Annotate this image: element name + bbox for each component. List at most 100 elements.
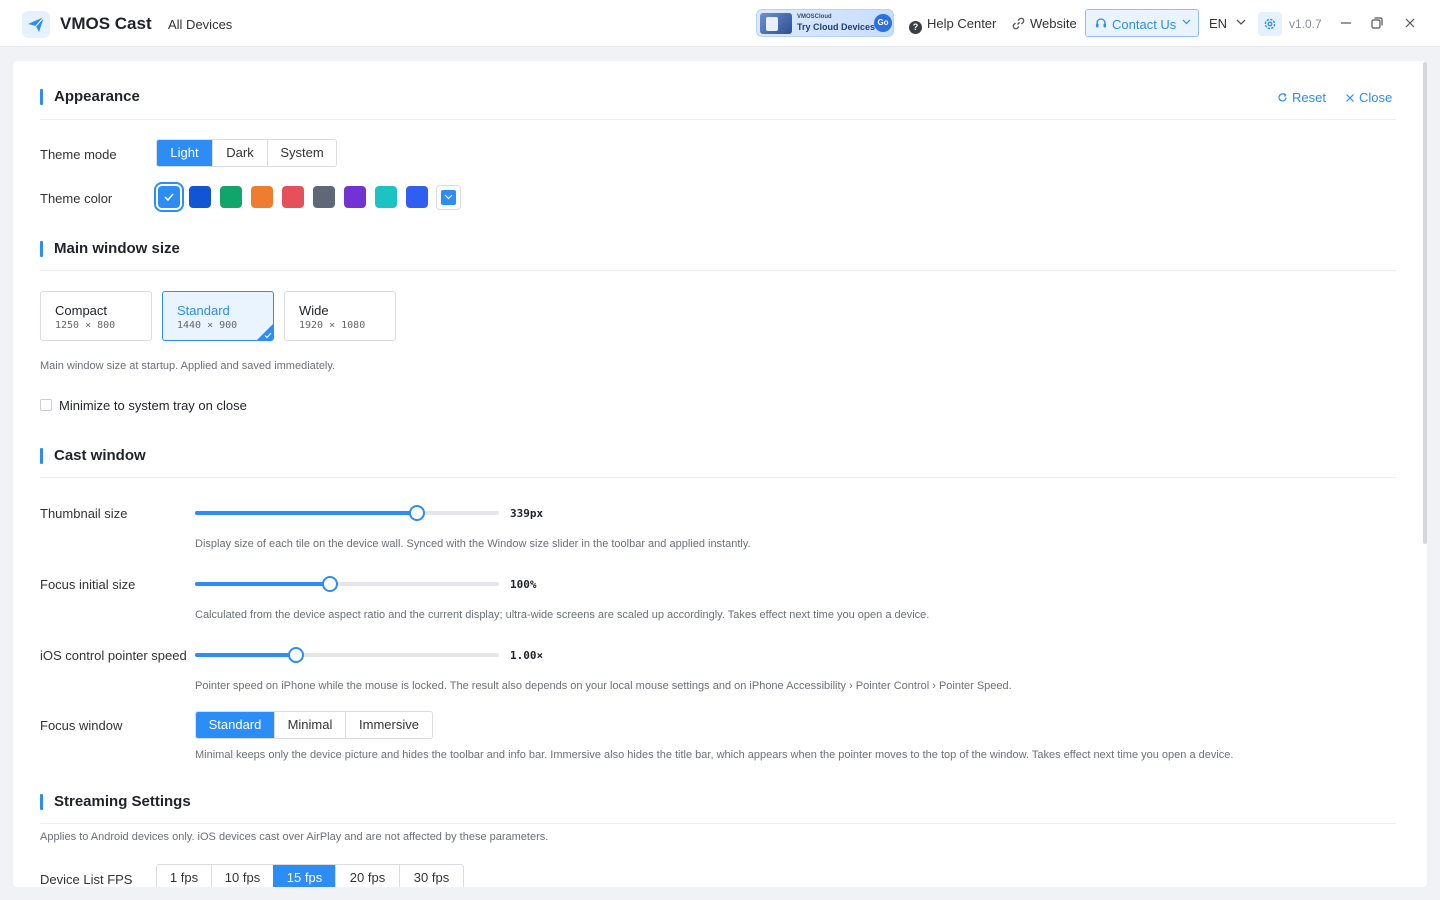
restore-icon[interactable] <box>1370 16 1384 30</box>
theme-color-swatch[interactable] <box>344 186 366 208</box>
focus-initial-size-slider[interactable] <box>195 574 499 594</box>
theme-mode-light[interactable]: Light <box>157 140 212 166</box>
ios-pointer-speed-value: 1.00× <box>510 649 544 662</box>
theme-color-swatch[interactable] <box>375 186 397 208</box>
theme-mode-dark[interactable]: Dark <box>212 140 267 166</box>
size-card-compact[interactable]: Compact 1250 × 800 <box>40 291 152 341</box>
promo-go-button[interactable]: Go <box>874 14 892 32</box>
size-name: Wide <box>299 303 329 318</box>
focus-window-standard[interactable]: Standard <box>196 712 274 738</box>
promo-text: Try Cloud Devices <box>797 22 876 32</box>
slider-fill <box>195 653 296 657</box>
focus-window-hint: Minimal keeps only the device picture an… <box>195 749 1234 761</box>
device-list-fps-label: Device List FPS <box>40 872 133 887</box>
size-card-wide[interactable]: Wide 1920 × 1080 <box>284 291 396 341</box>
contact-us-label: Contact Us <box>1112 17 1177 32</box>
focus-initial-size-value: 100% <box>510 578 537 591</box>
focus-window-minimal[interactable]: Minimal <box>274 712 345 738</box>
thumbnail-size-hint: Display size of each tile on the device … <box>195 538 751 550</box>
ios-pointer-speed-hint: Pointer speed on iPhone while the mouse … <box>195 680 1012 692</box>
cloud-promo-banner[interactable]: VMOSCloud Try Cloud Devices Go <box>756 9 894 37</box>
size-name: Compact <box>55 303 108 318</box>
close-window-icon[interactable] <box>1403 16 1417 30</box>
title-bar: VMOS Cast All Devices VMOSCloud Try Clou… <box>0 0 1440 47</box>
fps-option-20[interactable]: 20 fps <box>335 865 399 887</box>
focus-window-label: Focus window <box>40 718 123 733</box>
theme-color-swatch[interactable] <box>313 186 335 208</box>
focus-initial-size-label: Focus initial size <box>40 577 136 592</box>
theme-color-label: Theme color <box>40 191 113 206</box>
theme-mode-selector: Light Dark System <box>156 139 337 167</box>
help-center-label: Help Center <box>927 16 997 31</box>
reset-icon <box>1278 92 1287 102</box>
contact-us-dropdown[interactable]: Contact Us <box>1085 9 1199 37</box>
fps-option-30[interactable]: 30 fps <box>399 865 463 887</box>
link-icon <box>1012 17 1025 30</box>
streaming-hint: Applies to Android devices only. iOS dev… <box>40 831 549 843</box>
fps-option-1[interactable]: 1 fps <box>157 865 211 887</box>
size-name: Standard <box>177 303 230 318</box>
help-icon: ? <box>909 21 922 34</box>
close-settings-button[interactable]: Close <box>1345 90 1392 105</box>
focus-window-immersive[interactable]: Immersive <box>345 712 432 738</box>
app-name: VMOS Cast <box>60 14 152 33</box>
section-title-streaming: Streaming Settings <box>40 794 191 810</box>
thumbnail-size-value: 339px <box>510 507 544 520</box>
slider-fill <box>195 582 330 586</box>
theme-color-swatch[interactable] <box>220 186 242 208</box>
section-title-cast-window: Cast window <box>40 448 146 464</box>
tray-checkbox-label[interactable]: Minimize to system tray on close <box>59 398 247 413</box>
focus-initial-size-hint: Calculated from the device aspect ratio … <box>195 609 930 621</box>
nav-all-devices[interactable]: All Devices <box>168 17 232 32</box>
close-label: Close <box>1359 90 1393 105</box>
chevron-down-icon <box>441 190 456 205</box>
reset-label: Reset <box>1292 90 1326 105</box>
slider-thumb[interactable] <box>408 505 425 521</box>
close-icon <box>1346 94 1354 102</box>
scrollbar[interactable] <box>1423 62 1427 544</box>
size-card-standard[interactable]: Standard 1440 × 900 <box>162 291 274 341</box>
language-select[interactable]: EN <box>1209 16 1227 31</box>
chevron-down-icon[interactable] <box>1236 19 1246 25</box>
theme-color-swatch[interactable] <box>251 186 273 208</box>
app-logo-icon <box>22 11 50 38</box>
chevron-down-icon <box>1182 19 1191 25</box>
check-icon <box>264 332 272 339</box>
app-version: v1.0.7 <box>1289 17 1322 31</box>
settings-button[interactable] <box>1258 12 1282 36</box>
device-list-fps-selector: 1 fps 10 fps 15 fps 20 fps 30 fps <box>156 864 464 887</box>
promo-image <box>760 13 792 34</box>
fps-option-15[interactable]: 15 fps <box>273 865 335 887</box>
thumbnail-size-label: Thumbnail size <box>40 506 128 521</box>
size-dimensions: 1440 × 900 <box>177 320 238 331</box>
promo-brand: VMOSCloud <box>797 14 832 20</box>
slider-thumb[interactable] <box>287 647 304 663</box>
headset-icon <box>1096 18 1106 28</box>
minimize-icon[interactable] <box>1339 16 1353 30</box>
website-link[interactable]: Website <box>1012 16 1077 31</box>
tray-checkbox[interactable] <box>40 399 52 411</box>
theme-color-swatch[interactable] <box>189 186 211 208</box>
theme-mode-system[interactable]: System <box>267 140 336 166</box>
size-dimensions: 1920 × 1080 <box>299 320 366 331</box>
theme-color-swatch[interactable] <box>406 186 428 208</box>
custom-color-picker[interactable] <box>436 185 461 210</box>
section-title-appearance: Appearance <box>40 89 140 105</box>
divider <box>40 119 1396 120</box>
theme-color-swatch[interactable] <box>282 186 304 208</box>
focus-window-selector: Standard Minimal Immersive <box>195 711 433 739</box>
reset-button[interactable]: Reset <box>1277 90 1326 105</box>
thumbnail-size-slider[interactable] <box>195 503 499 523</box>
ios-pointer-speed-slider[interactable] <box>195 645 499 665</box>
fps-option-10[interactable]: 10 fps <box>211 865 273 887</box>
theme-color-swatch[interactable] <box>154 182 184 212</box>
help-center-link[interactable]: ? Help Center <box>909 16 996 34</box>
website-label: Website <box>1030 16 1077 31</box>
section-title-main-window: Main window size <box>40 241 180 257</box>
slider-thumb[interactable] <box>321 576 338 592</box>
ios-pointer-speed-label: iOS control pointer speed <box>40 648 187 663</box>
size-dimensions: 1250 × 800 <box>55 320 116 331</box>
theme-mode-label: Theme mode <box>40 147 117 162</box>
divider <box>40 477 1396 478</box>
gear-icon <box>1264 18 1276 30</box>
